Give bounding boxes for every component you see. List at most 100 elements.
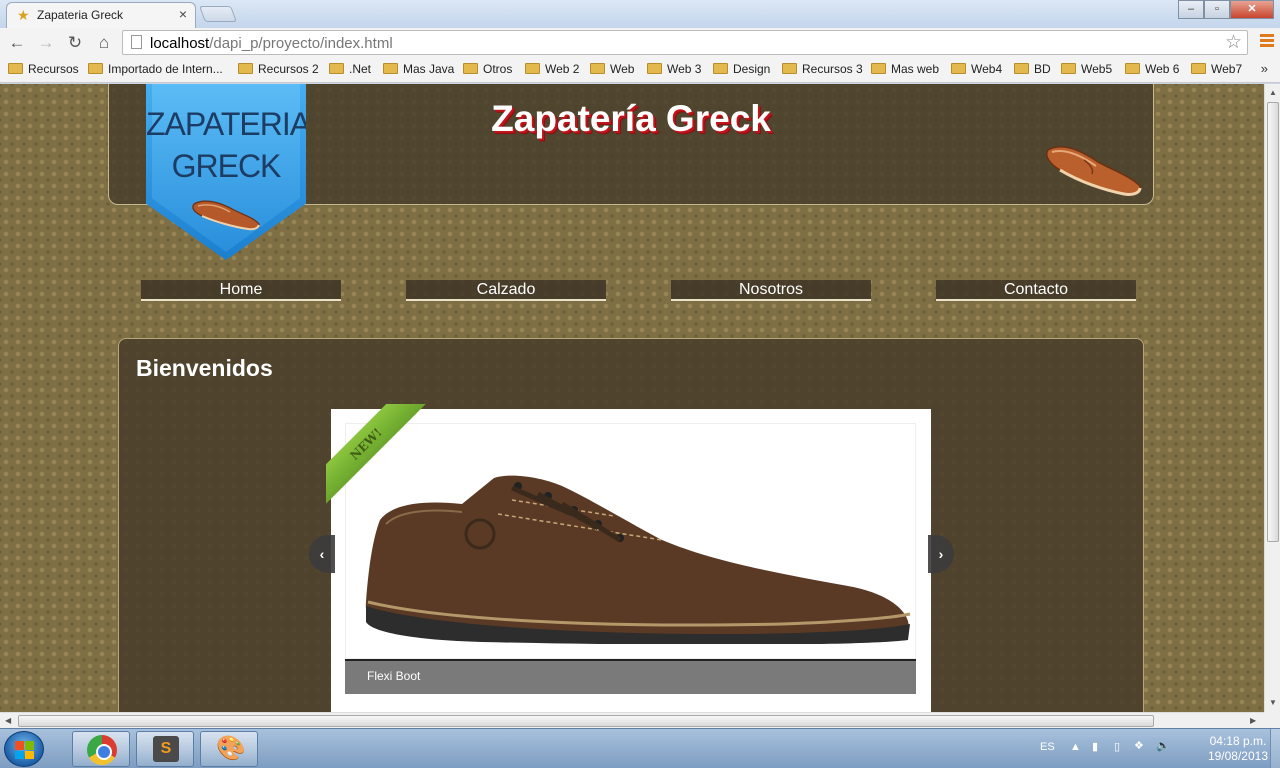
bookmark-item[interactable]: Recursos 2 — [238, 62, 319, 76]
tab-title: Zapateria Greck — [37, 8, 124, 22]
favicon-star-icon: ★ — [17, 7, 30, 23]
home-icon[interactable]: ⌂ — [93, 32, 115, 54]
loafer-shoe-icon — [1046, 146, 1142, 196]
paint-palette-icon: 🎨 — [216, 735, 246, 762]
nav-calzado[interactable]: Calzado — [406, 280, 606, 301]
windows-logo-icon — [15, 741, 34, 759]
folder-icon — [782, 63, 797, 74]
logo-line2: GRECK — [171, 148, 282, 184]
bookmark-item[interactable]: Otros — [463, 62, 512, 76]
bookmark-item[interactable]: Mas web — [871, 62, 939, 76]
bookmark-label: Mas web — [891, 62, 940, 76]
language-indicator[interactable]: ES — [1040, 741, 1055, 753]
reload-icon[interactable]: ↻ — [64, 32, 86, 54]
folder-icon — [8, 63, 23, 74]
folder-icon — [238, 63, 253, 74]
taskbar-chrome[interactable] — [72, 731, 130, 767]
scroll-down-icon[interactable]: ▼ — [1269, 698, 1277, 707]
bookmark-item[interactable]: BD — [1014, 62, 1051, 76]
window-titlebar: ★ Zapateria Greck × – ▫ ✕ — [0, 0, 1280, 28]
tab-close-icon[interactable]: × — [179, 6, 187, 22]
scroll-up-icon[interactable]: ▲ — [1269, 88, 1277, 97]
bookmark-item[interactable]: Web7 — [1191, 62, 1242, 76]
sublime-text-icon: S — [153, 736, 179, 762]
browser-tab[interactable]: ★ Zapateria Greck × — [6, 2, 196, 28]
battery-icon[interactable]: ▯ — [1114, 740, 1120, 753]
scroll-right-icon[interactable]: ▶ — [1250, 716, 1256, 725]
bookmark-label: Web4 — [971, 62, 1003, 76]
bookmark-item[interactable]: Web 3 — [647, 62, 701, 76]
horizontal-scroll-thumb[interactable] — [18, 715, 1154, 727]
vertical-scrollbar[interactable]: ▲ ▼ — [1264, 84, 1280, 712]
horizontal-scrollbar[interactable]: ◀ ▶ — [0, 712, 1264, 728]
browser-toolbar: ← → ↻ ⌂ localhost/dapi_p/proyecto/index.… — [0, 28, 1280, 58]
chrome-icon — [87, 735, 117, 765]
minimize-icon[interactable]: – — [1178, 0, 1204, 19]
address-bar[interactable]: localhost/dapi_p/proyecto/index.html ☆ — [122, 30, 1248, 55]
show-desktop-button[interactable] — [1270, 729, 1280, 768]
slide-image-area[interactable] — [345, 423, 916, 659]
bookmark-label: Recursos 3 — [802, 62, 863, 76]
bookmark-label: BD — [1034, 62, 1051, 76]
bookmark-item[interactable]: Web5 — [1061, 62, 1112, 76]
network-icon[interactable]: ▮ — [1092, 740, 1098, 753]
bookmark-item[interactable]: Design — [713, 62, 770, 76]
bookmarks-bar: » Recursos Importado de Intern... Recursos… — [0, 58, 1280, 83]
maximize-icon[interactable]: ▫ — [1204, 0, 1230, 19]
site-logo[interactable]: ZAPATERIA GRECK — [146, 84, 306, 260]
start-button[interactable] — [4, 731, 44, 767]
dropbox-icon[interactable]: ❖ — [1134, 739, 1144, 752]
nav-nosotros[interactable]: Nosotros — [671, 280, 871, 301]
forward-arrow-icon[interactable]: → — [35, 32, 57, 54]
new-tab-button[interactable] — [199, 6, 237, 22]
close-window-icon[interactable]: ✕ — [1230, 0, 1274, 19]
bookmark-item[interactable]: Recursos 3 — [782, 62, 863, 76]
bookmark-star-icon[interactable]: ☆ — [1225, 31, 1242, 54]
page-heading: Bienvenidos — [136, 355, 273, 381]
bookmark-label: Web 6 — [1145, 62, 1180, 76]
window-controls: – ▫ ✕ — [1178, 0, 1274, 20]
vertical-scroll-thumb[interactable] — [1267, 102, 1279, 542]
folder-icon — [871, 63, 886, 74]
tray-expand-icon[interactable]: ▲ — [1070, 741, 1081, 753]
url-host: localhost — [150, 35, 210, 52]
folder-icon — [329, 63, 344, 74]
bookmark-item[interactable]: Web 2 — [525, 62, 579, 76]
taskbar-sublime[interactable]: S — [136, 731, 194, 767]
chrome-menu-icon[interactable] — [1260, 34, 1274, 50]
system-clock[interactable]: 04:18 p.m. 19/08/2013 — [1208, 734, 1268, 764]
bookmark-item[interactable]: Recursos — [8, 62, 79, 76]
bookmark-label: Recursos 2 — [258, 62, 319, 76]
taskbar-paint[interactable]: 🎨 — [200, 731, 258, 767]
nav-contacto[interactable]: Contacto — [936, 280, 1136, 301]
bookmark-item[interactable]: Web 6 — [1125, 62, 1179, 76]
bookmark-label: Web7 — [1211, 62, 1243, 76]
folder-icon — [647, 63, 662, 74]
scroll-left-icon[interactable]: ◀ — [5, 716, 11, 725]
product-slider: NEW! Flexi Boot — [326, 404, 931, 712]
bookmark-item[interactable]: Web — [590, 62, 634, 76]
bookmark-label: Web5 — [1081, 62, 1113, 76]
nav-home[interactable]: Home — [141, 280, 341, 301]
bookmark-item[interactable]: Importado de Intern... — [88, 62, 223, 76]
folder-icon — [1061, 63, 1076, 74]
main-nav: Home Calzado Nosotros Contacto — [0, 280, 1264, 302]
back-arrow-icon[interactable]: ← — [6, 32, 28, 54]
folder-icon — [1014, 63, 1029, 74]
folder-icon — [590, 63, 605, 74]
folder-icon — [463, 63, 478, 74]
bookmark-label: Recursos — [28, 62, 79, 76]
new-ribbon: NEW! — [326, 404, 430, 508]
bookmark-label: Design — [733, 62, 771, 76]
clock-date: 19/08/2013 — [1207, 749, 1268, 763]
slide-caption: Flexi Boot — [345, 659, 916, 694]
bookmark-item[interactable]: .Net — [329, 62, 371, 76]
brown-boot-image — [365, 475, 911, 644]
volume-icon[interactable]: 🔈 — [1156, 739, 1170, 752]
bookmarks-overflow-icon[interactable]: » — [1261, 61, 1268, 76]
bookmark-item[interactable]: Mas Java — [383, 62, 454, 76]
bookmark-item[interactable]: Web4 — [951, 62, 1002, 76]
bookmark-label: Otros — [483, 62, 513, 76]
bookmark-label: Web — [610, 62, 635, 76]
site-title: Zapatería Greck — [491, 98, 771, 139]
